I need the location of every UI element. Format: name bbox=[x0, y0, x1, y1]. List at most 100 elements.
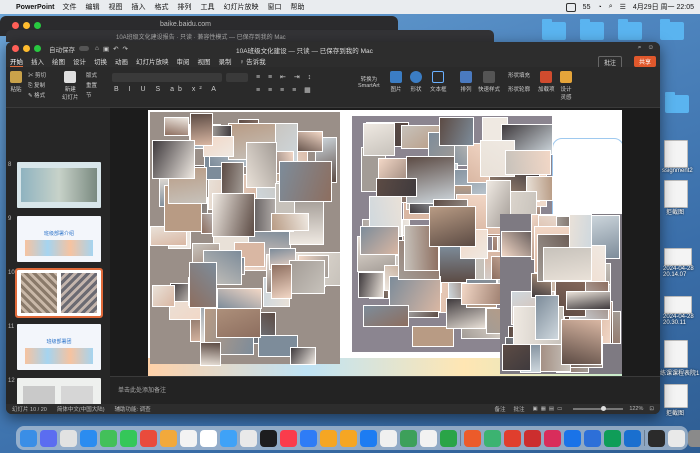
photo-collage-left[interactable] bbox=[150, 112, 341, 366]
notes-toggle[interactable]: 备注 bbox=[494, 405, 505, 413]
menu-slideshow[interactable]: 幻灯片放映 bbox=[224, 2, 259, 12]
desktop-folder-icon[interactable] bbox=[580, 19, 604, 40]
align-buttons[interactable]: ≡ ≡ ≡ ≡ ▦ bbox=[256, 86, 314, 94]
control-center-icon[interactable]: ☰ bbox=[620, 3, 626, 11]
font-size-select[interactable] bbox=[226, 73, 248, 82]
dock-app-icon[interactable] bbox=[648, 429, 665, 447]
notes-placeholder[interactable]: 单击此处添加备注 bbox=[118, 385, 166, 394]
desktop-folder-icon[interactable] bbox=[542, 19, 566, 40]
second-window-titlebar[interactable]: 10A班级文化建设报告 · 只读 · 兼容性模式 — 已保存到我的 Mac bbox=[6, 30, 494, 42]
photo-collage-overlay[interactable] bbox=[500, 214, 622, 374]
search-icon[interactable]: ⌕ bbox=[609, 3, 613, 11]
shape-fill-button[interactable]: 形状填充 bbox=[508, 71, 530, 79]
designer-button[interactable]: 设计 灵感 bbox=[560, 71, 572, 101]
battery-icon[interactable] bbox=[565, 2, 576, 12]
dock-app-icon[interactable] bbox=[564, 429, 581, 447]
cut-button[interactable]: ✂ 剪切 bbox=[28, 71, 46, 79]
reset-button[interactable]: 重置 bbox=[86, 81, 97, 89]
desktop-folder-icon[interactable] bbox=[618, 19, 642, 40]
menu-file[interactable]: 文件 bbox=[63, 2, 77, 12]
dock-app-icon[interactable] bbox=[120, 429, 137, 447]
arrange-button[interactable]: 排列 bbox=[460, 71, 472, 93]
zoom-slider-handle[interactable] bbox=[601, 406, 607, 411]
dock-app-icon[interactable] bbox=[240, 429, 257, 447]
tab-design[interactable]: 设计 bbox=[73, 56, 86, 66]
tab-review[interactable]: 审阅 bbox=[177, 56, 190, 66]
dock-app-icon[interactable] bbox=[604, 429, 621, 447]
tab-view[interactable]: 视图 bbox=[198, 56, 211, 66]
slide-thumbnail-8[interactable] bbox=[17, 162, 101, 208]
close-icon[interactable] bbox=[12, 22, 19, 29]
dock-app-icon[interactable] bbox=[80, 429, 97, 447]
paste-button[interactable]: 粘贴 bbox=[10, 71, 22, 93]
slide-editing-canvas[interactable] bbox=[110, 108, 660, 376]
tab-insert[interactable]: 插入 bbox=[31, 56, 44, 66]
desktop-file-icon[interactable] bbox=[664, 384, 688, 408]
dock-app-icon[interactable] bbox=[260, 429, 277, 447]
fit-slide-icon[interactable]: ⊡ bbox=[649, 406, 654, 412]
search-icon[interactable]: ⌕ bbox=[638, 44, 642, 52]
desktop-file-icon[interactable] bbox=[664, 140, 688, 168]
app-name-menu[interactable]: PowerPoint bbox=[16, 4, 55, 11]
dock-app-icon[interactable] bbox=[484, 429, 501, 447]
dock-app-icon[interactable] bbox=[668, 429, 685, 447]
dock-app-icon[interactable] bbox=[584, 429, 601, 447]
autosave-toggle[interactable] bbox=[79, 46, 89, 51]
slide-thumbnail-9[interactable]: 班级部署介绍 bbox=[17, 216, 101, 262]
minimize-icon[interactable] bbox=[23, 45, 30, 52]
dock-app-icon[interactable] bbox=[420, 429, 437, 447]
dock-app-icon[interactable] bbox=[280, 429, 297, 447]
dock-app-icon[interactable] bbox=[688, 429, 700, 447]
dock-app-icon[interactable] bbox=[220, 429, 237, 447]
desktop-file-icon[interactable] bbox=[664, 180, 688, 208]
home-icon[interactable]: ⌂ bbox=[95, 45, 99, 52]
dock-app-icon[interactable] bbox=[340, 429, 357, 447]
dock-app-icon[interactable] bbox=[504, 429, 521, 447]
dock-app-icon[interactable] bbox=[160, 429, 177, 447]
slide-thumbnail-pane[interactable]: 8 9 班级部署介绍 10 11 班级部署团 12 13 bbox=[6, 108, 110, 404]
share-button[interactable]: 共享 bbox=[633, 56, 656, 67]
zoom-icon[interactable] bbox=[34, 45, 41, 52]
desktop-folder-icon[interactable] bbox=[665, 92, 689, 113]
dock-app-icon[interactable] bbox=[380, 429, 397, 447]
redo-icon[interactable]: ↷ bbox=[123, 45, 128, 53]
new-slide-button[interactable]: 新建 幻灯片 bbox=[62, 71, 79, 101]
zoom-icon[interactable] bbox=[34, 22, 41, 29]
comments-toggle[interactable]: 批注 bbox=[514, 405, 525, 413]
desktop-folder-icon[interactable] bbox=[660, 19, 684, 40]
tab-record[interactable]: 录制 bbox=[219, 56, 232, 66]
smartart-button[interactable]: 转换为 SmartArt bbox=[358, 75, 380, 89]
quick-styles-button[interactable]: 快速样式 bbox=[478, 71, 500, 93]
tab-slideshow[interactable]: 幻灯片放映 bbox=[136, 56, 169, 66]
dock-app-icon[interactable] bbox=[544, 429, 561, 447]
menu-arrange[interactable]: 排列 bbox=[178, 2, 192, 12]
view-buttons[interactable]: ▣▦▤▭ bbox=[533, 406, 566, 412]
section-button[interactable]: 节 bbox=[86, 91, 92, 99]
menu-format[interactable]: 格式 bbox=[155, 2, 169, 12]
dock-app-icon[interactable] bbox=[320, 429, 337, 447]
tab-tell-me[interactable]: ♀ 告诉我 bbox=[240, 56, 266, 66]
copy-button[interactable]: ⎘ 复制 bbox=[28, 81, 45, 90]
format-painter-button[interactable]: ✎ 格式 bbox=[28, 91, 45, 99]
notes-pane[interactable]: 单击此处添加备注 bbox=[110, 376, 660, 405]
menu-view[interactable]: 视图 bbox=[109, 2, 123, 12]
tab-draw[interactable]: 绘图 bbox=[52, 56, 65, 66]
desktop-file-icon[interactable] bbox=[664, 340, 688, 368]
layout-button[interactable]: 版式 bbox=[86, 71, 97, 79]
menu-edit[interactable]: 编辑 bbox=[86, 2, 100, 12]
slide-thumbnail-11[interactable]: 班级部署团 bbox=[17, 324, 101, 370]
dock-app-icon[interactable] bbox=[20, 429, 37, 447]
menu-help[interactable]: 帮助 bbox=[291, 2, 305, 12]
textbox-button[interactable]: 文本框 bbox=[430, 71, 447, 93]
slide-thumbnail-12[interactable] bbox=[17, 378, 101, 404]
dock-app-icon[interactable] bbox=[40, 429, 57, 447]
save-icon[interactable]: ▣ bbox=[103, 45, 109, 53]
shape-button[interactable]: 形状 bbox=[410, 71, 422, 93]
menu-window[interactable]: 窗口 bbox=[268, 2, 282, 12]
datetime[interactable]: 4月29日 周一 22:05 bbox=[633, 2, 694, 12]
current-slide[interactable] bbox=[148, 110, 622, 376]
screenshot-file-icon[interactable] bbox=[664, 248, 692, 266]
dock-app-icon[interactable] bbox=[464, 429, 481, 447]
dock-app-icon[interactable] bbox=[200, 429, 217, 447]
minimize-icon[interactable] bbox=[23, 22, 30, 29]
